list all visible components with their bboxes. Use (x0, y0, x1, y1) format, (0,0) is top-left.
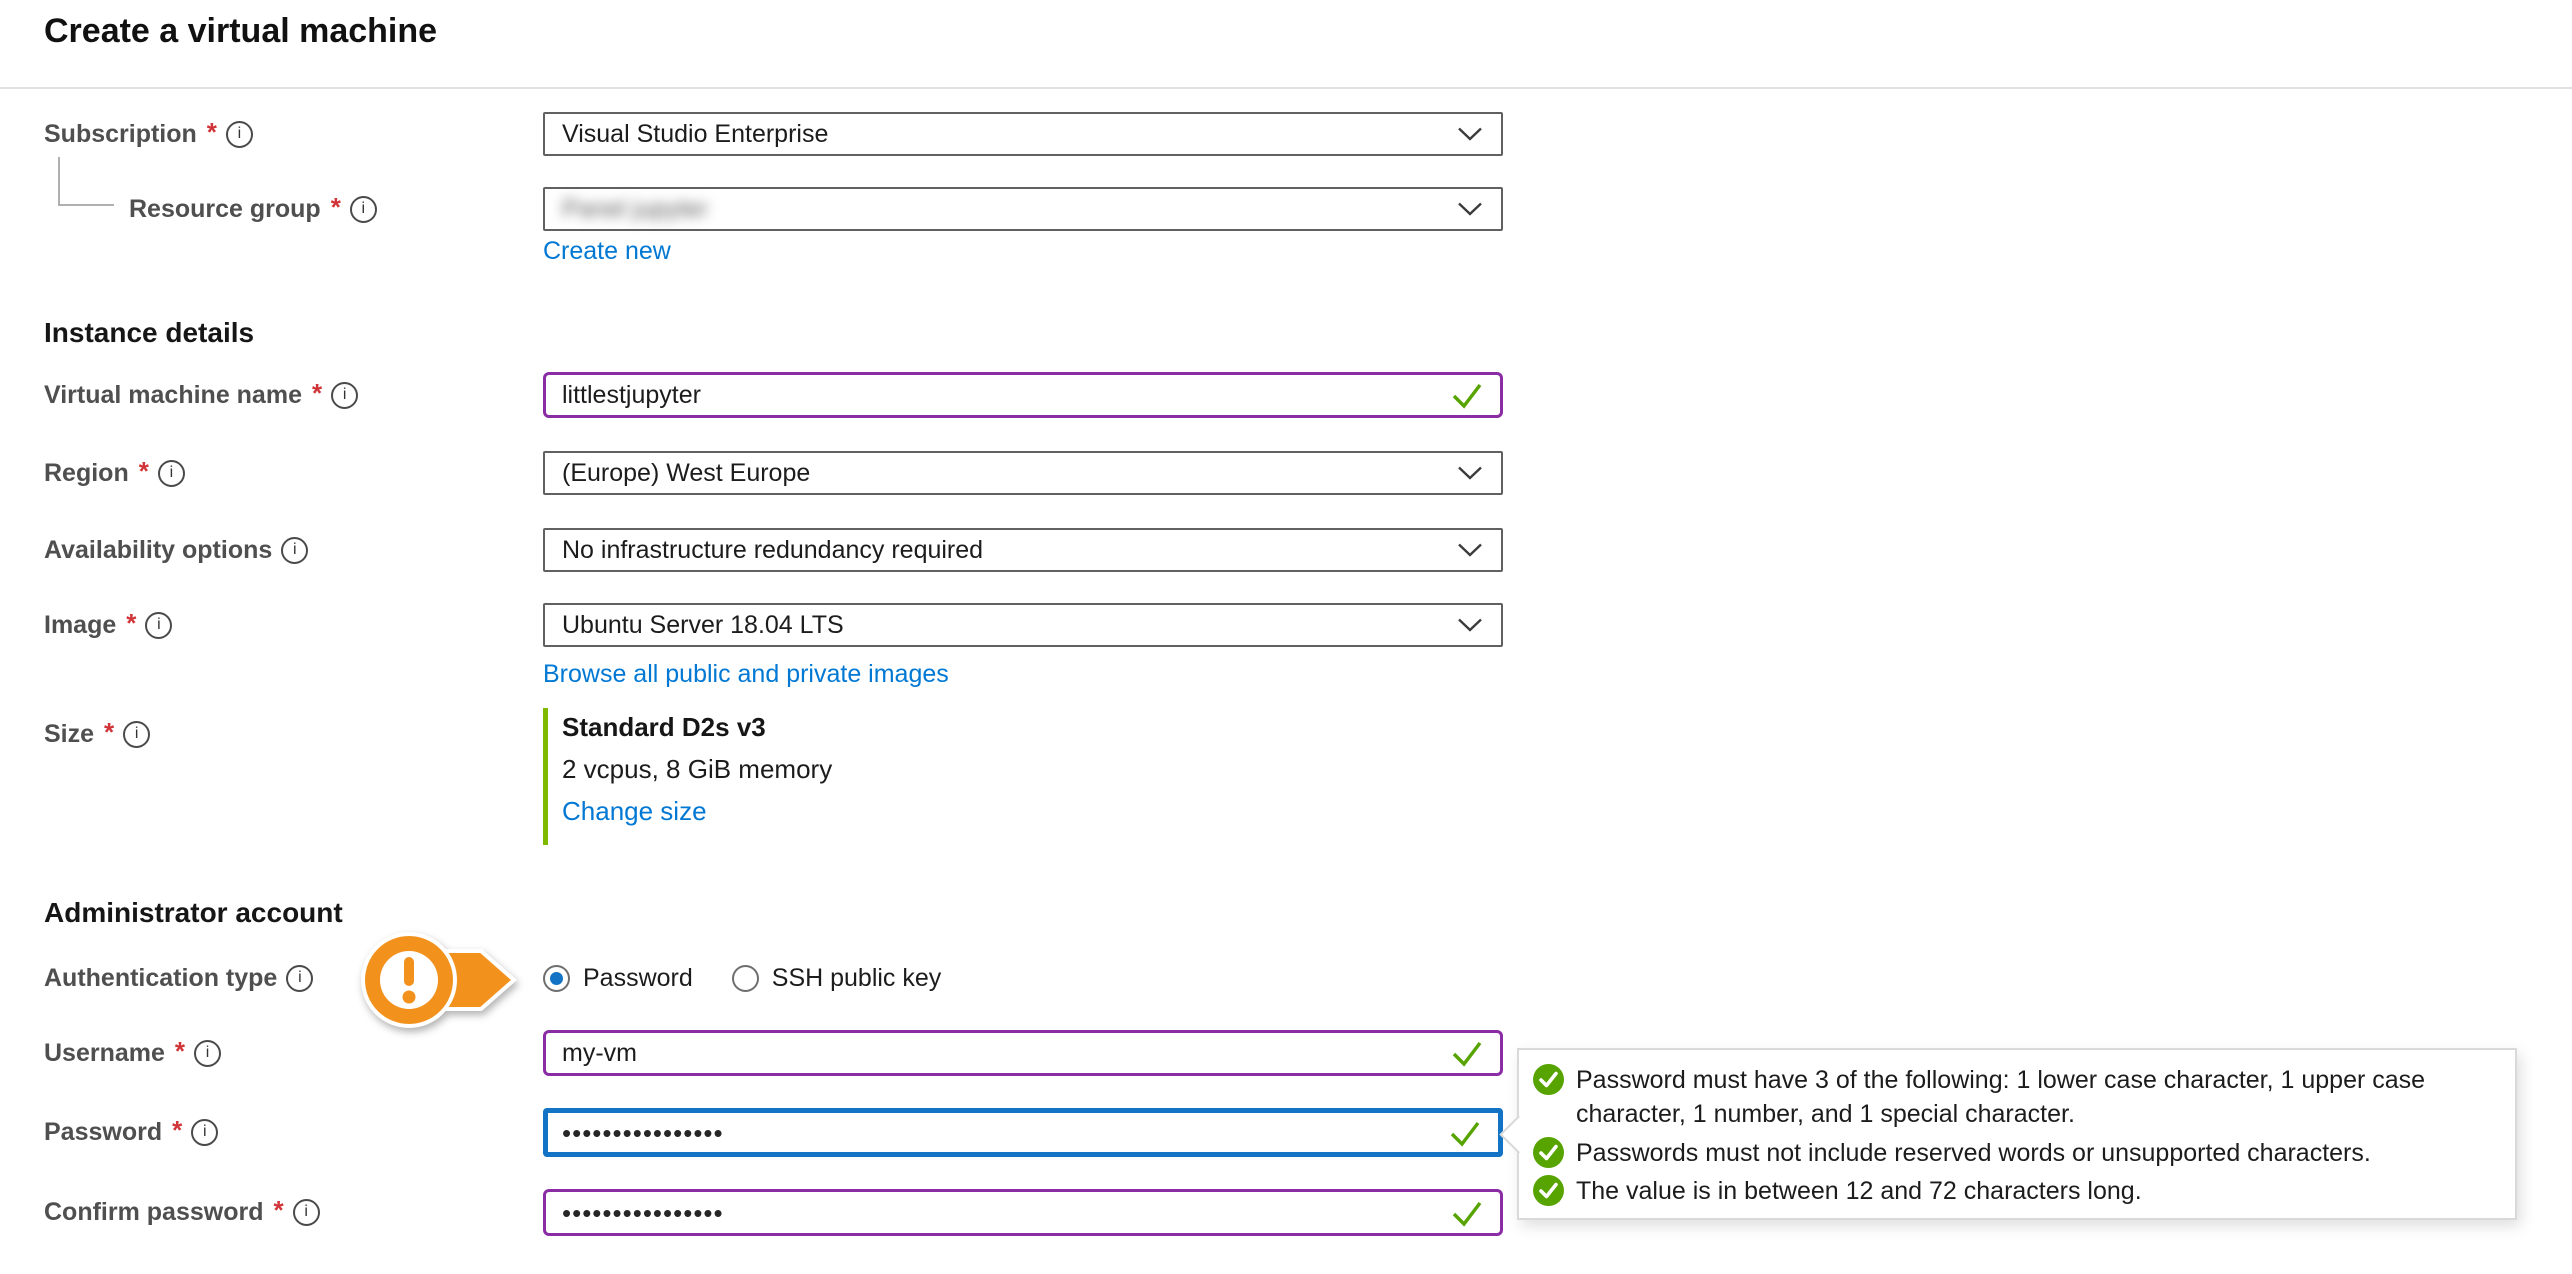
username-input[interactable]: my-vm (543, 1030, 1503, 1076)
region-value: (Europe) West Europe (562, 459, 810, 488)
chevron-down-icon (1457, 543, 1483, 558)
resource-group-dropdown[interactable]: Panel jupyter (543, 187, 1503, 231)
password-requirement-item: The value is in between 12 and 72 charac… (1533, 1174, 2499, 1208)
resource-group-value-redacted: Panel jupyter (562, 195, 708, 224)
password-label: Password * i (44, 1110, 218, 1154)
success-check-icon (1533, 1064, 1564, 1095)
resource-group-label-text: Resource group (129, 195, 321, 224)
confirm-password-label-text: Confirm password (44, 1198, 263, 1227)
subscription-value: Visual Studio Enterprise (562, 120, 828, 149)
chevron-down-icon (1457, 466, 1483, 481)
info-icon[interactable]: i (191, 1119, 218, 1146)
tree-connector-vertical (58, 157, 60, 206)
required-marker: * (104, 717, 114, 748)
info-icon[interactable]: i (293, 1199, 320, 1226)
required-marker: * (331, 192, 341, 223)
subscription-label: Subscription * i (44, 112, 253, 156)
info-icon[interactable]: i (331, 382, 358, 409)
confirm-password-masked-value: •••••••••••••••• (562, 1196, 724, 1229)
password-requirement-text: Password must have 3 of the following: 1… (1576, 1063, 2491, 1131)
info-icon[interactable]: i (286, 965, 313, 992)
subscription-label-text: Subscription (44, 120, 197, 149)
radio-selected-icon[interactable] (543, 965, 570, 992)
valid-check-icon (1448, 1119, 1482, 1147)
availability-options-label-text: Availability options (44, 536, 272, 565)
required-marker: * (175, 1036, 185, 1067)
authentication-type-options: Password SSH public key (543, 956, 941, 1000)
availability-options-label: Availability options i (44, 528, 308, 572)
availability-options-value: No infrastructure redundancy required (562, 536, 983, 565)
authentication-type-label-text: Authentication type (44, 964, 277, 993)
vm-name-label: Virtual machine name * i (44, 373, 358, 417)
radio-unselected-icon[interactable] (732, 965, 759, 992)
page-title: Create a virtual machine (44, 12, 437, 51)
info-icon[interactable]: i (194, 1040, 221, 1067)
size-name: Standard D2s v3 (562, 712, 766, 743)
tree-connector-horizontal (58, 204, 114, 206)
password-requirement-text: Passwords must not include reserved word… (1576, 1136, 2371, 1170)
info-icon[interactable]: i (350, 196, 377, 223)
info-icon[interactable]: i (226, 121, 253, 148)
change-size-link[interactable]: Change size (562, 796, 707, 827)
required-marker: * (139, 456, 149, 487)
authentication-type-label: Authentication type i (44, 956, 313, 1000)
size-label: Size * i (44, 712, 150, 756)
chevron-down-icon (1457, 618, 1483, 633)
password-requirement-item: Password must have 3 of the following: 1… (1533, 1063, 2499, 1131)
confirm-password-label: Confirm password * i (44, 1190, 320, 1234)
radio-option-password[interactable]: Password (543, 964, 693, 993)
username-label-text: Username (44, 1039, 165, 1068)
create-new-link[interactable]: Create new (543, 237, 671, 266)
required-marker: * (312, 378, 322, 409)
availability-options-dropdown[interactable]: No infrastructure redundancy required (543, 528, 1503, 572)
header-divider (0, 87, 2572, 89)
administrator-account-heading: Administrator account (44, 897, 343, 929)
info-icon[interactable]: i (123, 721, 150, 748)
image-label-text: Image (44, 611, 116, 640)
instance-details-heading: Instance details (44, 317, 254, 349)
image-label: Image * i (44, 603, 172, 647)
confirm-password-input[interactable]: •••••••••••••••• (543, 1189, 1503, 1236)
password-requirement-item: Passwords must not include reserved word… (1533, 1136, 2499, 1170)
vm-name-input[interactable]: littlestjupyter (543, 372, 1503, 418)
username-value: my-vm (562, 1039, 637, 1068)
image-value: Ubuntu Server 18.04 LTS (562, 611, 844, 640)
region-label: Region * i (44, 451, 185, 495)
username-label: Username * i (44, 1031, 221, 1075)
success-check-icon (1533, 1137, 1564, 1168)
required-marker: * (172, 1115, 182, 1146)
info-icon[interactable]: i (145, 612, 172, 639)
password-input[interactable]: •••••••••••••••• (543, 1108, 1503, 1157)
radio-password-label: Password (583, 964, 693, 993)
chevron-down-icon (1457, 202, 1483, 217)
required-marker: * (207, 117, 217, 148)
warning-annotation-arrow-icon (352, 924, 524, 1036)
vm-name-value: littlestjupyter (562, 381, 701, 410)
image-dropdown[interactable]: Ubuntu Server 18.04 LTS (543, 603, 1503, 647)
required-marker: * (273, 1195, 283, 1226)
resource-group-label: Resource group * i (129, 187, 377, 231)
success-check-icon (1533, 1175, 1564, 1206)
region-dropdown[interactable]: (Europe) West Europe (543, 451, 1503, 495)
browse-images-link[interactable]: Browse all public and private images (543, 660, 949, 689)
valid-check-icon (1450, 381, 1484, 409)
size-accent-bar (543, 708, 548, 845)
vm-name-label-text: Virtual machine name (44, 381, 302, 410)
password-requirement-text: The value is in between 12 and 72 charac… (1576, 1174, 2142, 1208)
size-label-text: Size (44, 720, 94, 749)
chevron-down-icon (1457, 127, 1483, 142)
size-specs: 2 vcpus, 8 GiB memory (562, 754, 832, 785)
radio-ssh-label: SSH public key (772, 964, 942, 993)
required-marker: * (126, 608, 136, 639)
info-icon[interactable]: i (281, 537, 308, 564)
valid-check-icon (1450, 1199, 1484, 1227)
password-requirements-tooltip: Password must have 3 of the following: 1… (1517, 1048, 2517, 1220)
radio-option-ssh-public-key[interactable]: SSH public key (732, 964, 942, 993)
info-icon[interactable]: i (158, 460, 185, 487)
password-masked-value: •••••••••••••••• (562, 1116, 724, 1149)
region-label-text: Region (44, 459, 129, 488)
subscription-dropdown[interactable]: Visual Studio Enterprise (543, 112, 1503, 156)
password-label-text: Password (44, 1118, 162, 1147)
valid-check-icon (1450, 1039, 1484, 1067)
